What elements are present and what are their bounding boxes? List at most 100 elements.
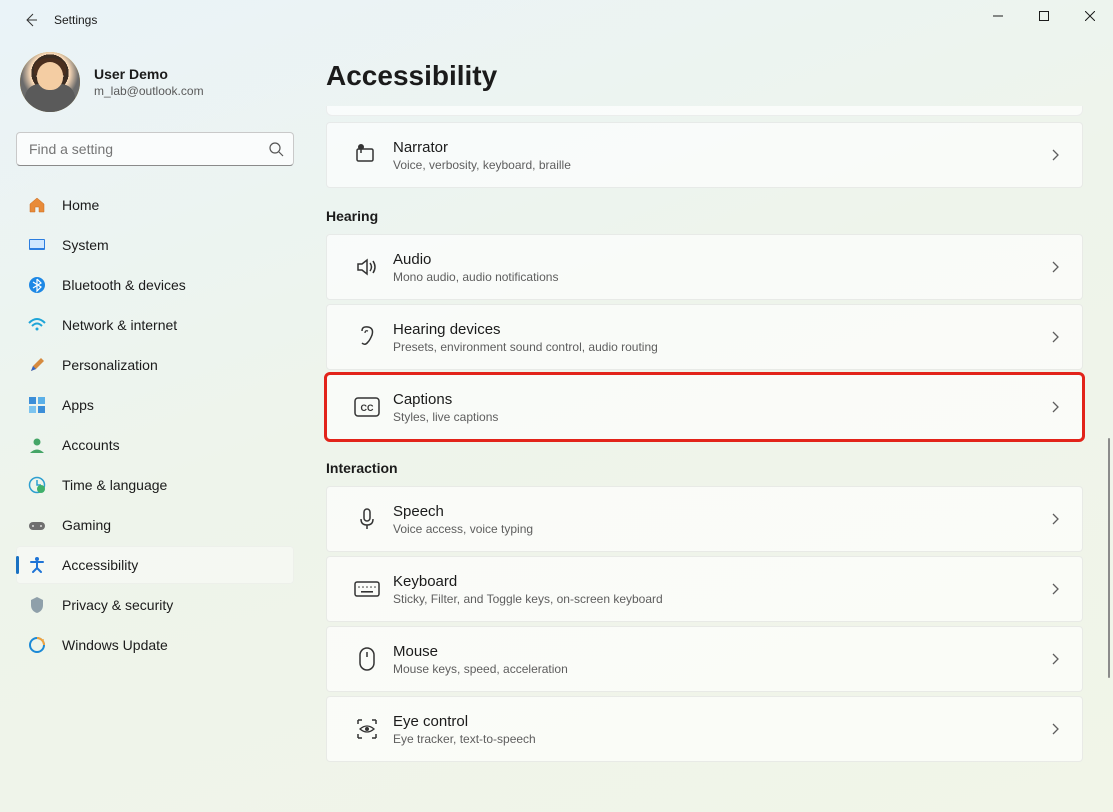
partial-card-above: [326, 106, 1083, 116]
card-sub: Mouse keys, speed, acceleration: [393, 662, 1048, 676]
card-title: Audio: [393, 251, 1048, 268]
mic-icon: [347, 507, 387, 531]
search-input[interactable]: [16, 132, 294, 166]
chevron-right-icon: [1048, 260, 1062, 274]
audio-icon: [347, 255, 387, 279]
window-controls: [975, 0, 1113, 32]
sidebar-item-label: Apps: [62, 397, 94, 413]
nav-list: Home System Bluetooth & devices Network …: [16, 186, 294, 664]
svg-text:CC: CC: [361, 403, 374, 413]
sidebar-item-gaming[interactable]: Gaming: [16, 506, 294, 544]
eye-scan-icon: [347, 717, 387, 741]
sidebar-item-label: Home: [62, 197, 99, 213]
user-name: User Demo: [94, 66, 204, 82]
sidebar-item-label: Accessibility: [62, 557, 138, 573]
narrator-icon: [347, 143, 387, 167]
card-title: Speech: [393, 503, 1048, 520]
sidebar-item-privacy[interactable]: Privacy & security: [16, 586, 294, 624]
sidebar-item-label: Accounts: [62, 437, 120, 453]
sidebar-item-label: Privacy & security: [62, 597, 173, 613]
ear-icon: [347, 325, 387, 349]
titlebar: Settings: [0, 0, 1113, 40]
section-title-hearing: Hearing: [326, 208, 1085, 224]
sidebar-item-home[interactable]: Home: [16, 186, 294, 224]
cc-icon: CC: [347, 397, 387, 417]
sidebar-item-label: Bluetooth & devices: [62, 277, 186, 293]
search-icon: [268, 141, 284, 157]
sidebar-item-accessibility[interactable]: Accessibility: [16, 546, 294, 584]
sidebar: User Demo m_lab@outlook.com Home System …: [0, 40, 310, 812]
apps-icon: [28, 396, 46, 414]
chevron-right-icon: [1048, 400, 1062, 414]
minimize-icon: [993, 11, 1003, 21]
card-title: Captions: [393, 391, 1048, 408]
sidebar-item-personalization[interactable]: Personalization: [16, 346, 294, 384]
home-icon: [28, 196, 46, 214]
card-hearing-devices[interactable]: Hearing devices Presets, environment sou…: [326, 304, 1083, 370]
user-account-block[interactable]: User Demo m_lab@outlook.com: [16, 48, 294, 128]
sidebar-item-network[interactable]: Network & internet: [16, 306, 294, 344]
page-title: Accessibility: [326, 60, 1085, 92]
card-title: Mouse: [393, 643, 1048, 660]
bluetooth-icon: [28, 276, 46, 294]
main-content: Accessibility Narrator Voice, verbosity,…: [310, 40, 1113, 812]
chevron-right-icon: [1048, 512, 1062, 526]
sidebar-item-label: Personalization: [62, 357, 158, 373]
person-icon: [28, 436, 46, 454]
search-field-wrap: [16, 132, 294, 166]
gamepad-icon: [28, 516, 46, 534]
back-button[interactable]: [22, 11, 40, 29]
card-mouse[interactable]: Mouse Mouse keys, speed, acceleration: [326, 626, 1083, 692]
sidebar-item-time-language[interactable]: Time & language: [16, 466, 294, 504]
card-title: Narrator: [393, 139, 1048, 156]
card-narrator[interactable]: Narrator Voice, verbosity, keyboard, bra…: [326, 122, 1083, 188]
chevron-right-icon: [1048, 330, 1062, 344]
card-sub: Mono audio, audio notifications: [393, 270, 1048, 284]
card-sub: Styles, live captions: [393, 410, 1048, 424]
card-keyboard[interactable]: Keyboard Sticky, Filter, and Toggle keys…: [326, 556, 1083, 622]
card-eye-control[interactable]: Eye control Eye tracker, text-to-speech: [326, 696, 1083, 762]
chevron-right-icon: [1048, 148, 1062, 162]
brush-icon: [28, 356, 46, 374]
user-email: m_lab@outlook.com: [94, 84, 204, 98]
section-title-interaction: Interaction: [326, 460, 1085, 476]
app-title: Settings: [54, 13, 97, 27]
card-captions[interactable]: CC Captions Styles, live captions: [326, 374, 1083, 440]
arrow-left-icon: [23, 12, 39, 28]
update-icon: [28, 636, 46, 654]
sidebar-item-bluetooth[interactable]: Bluetooth & devices: [16, 266, 294, 304]
mouse-icon: [347, 646, 387, 672]
shield-icon: [28, 596, 46, 614]
close-button[interactable]: [1067, 0, 1113, 32]
wifi-icon: [28, 316, 46, 334]
maximize-icon: [1039, 11, 1049, 21]
chevron-right-icon: [1048, 652, 1062, 666]
card-title: Keyboard: [393, 573, 1048, 590]
chevron-right-icon: [1048, 582, 1062, 596]
card-sub: Voice access, voice typing: [393, 522, 1048, 536]
scrollbar-thumb[interactable]: [1108, 438, 1110, 678]
sidebar-item-label: Windows Update: [62, 637, 168, 653]
sidebar-item-windows-update[interactable]: Windows Update: [16, 626, 294, 664]
minimize-button[interactable]: [975, 0, 1021, 32]
avatar: [20, 52, 80, 112]
card-title: Eye control: [393, 713, 1048, 730]
keyboard-icon: [347, 579, 387, 599]
sidebar-item-system[interactable]: System: [16, 226, 294, 264]
card-sub: Eye tracker, text-to-speech: [393, 732, 1048, 746]
card-audio[interactable]: Audio Mono audio, audio notifications: [326, 234, 1083, 300]
sidebar-item-label: Gaming: [62, 517, 111, 533]
sidebar-item-label: Network & internet: [62, 317, 177, 333]
clock-globe-icon: [28, 476, 46, 494]
card-speech[interactable]: Speech Voice access, voice typing: [326, 486, 1083, 552]
sidebar-item-apps[interactable]: Apps: [16, 386, 294, 424]
maximize-button[interactable]: [1021, 0, 1067, 32]
card-sub: Voice, verbosity, keyboard, braille: [393, 158, 1048, 172]
card-title: Hearing devices: [393, 321, 1048, 338]
card-sub: Sticky, Filter, and Toggle keys, on-scre…: [393, 592, 1048, 606]
system-icon: [28, 236, 46, 254]
sidebar-item-accounts[interactable]: Accounts: [16, 426, 294, 464]
card-sub: Presets, environment sound control, audi…: [393, 340, 1048, 354]
sidebar-item-label: Time & language: [62, 477, 167, 493]
chevron-right-icon: [1048, 722, 1062, 736]
